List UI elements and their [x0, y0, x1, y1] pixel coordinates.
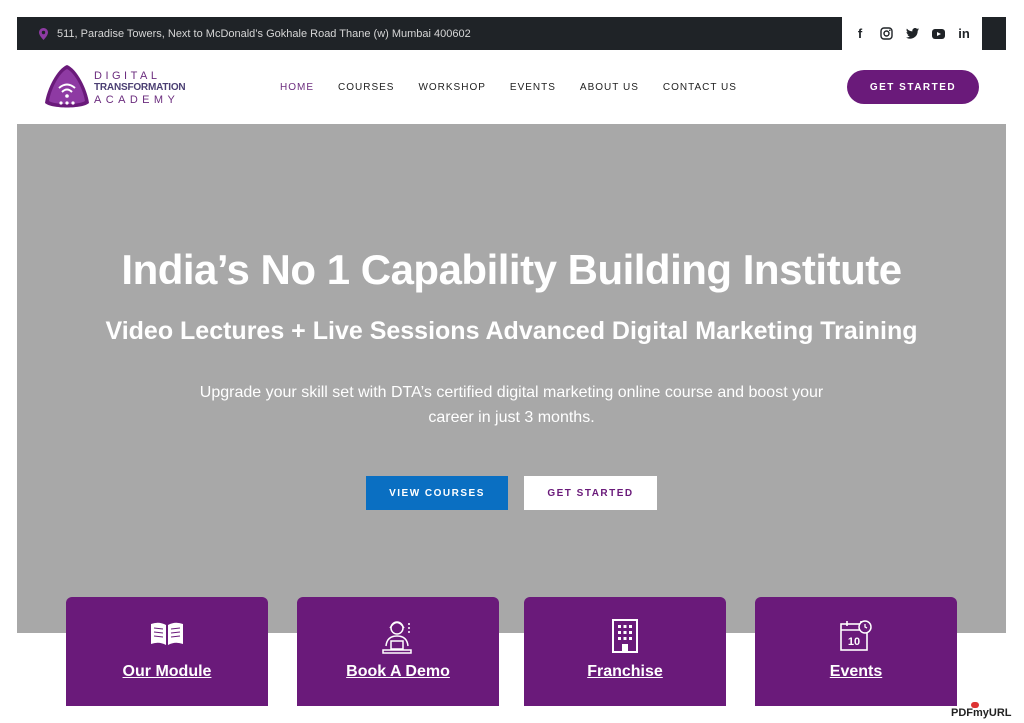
- linkedin-icon[interactable]: in: [956, 26, 972, 42]
- calendar-day-text: 10: [848, 636, 860, 648]
- logo-line-2: TRANSFORMATION: [94, 82, 186, 93]
- card-label[interactable]: Book A Demo: [297, 663, 499, 681]
- site-header: DIGITAL TRANSFORMATION ACADEMY HOME COUR…: [17, 50, 1006, 124]
- nav-contact-us[interactable]: CONTACT US: [663, 82, 737, 93]
- twitter-icon[interactable]: [904, 26, 920, 42]
- get-started-button[interactable]: GET STARTED: [847, 70, 979, 104]
- nav-courses[interactable]: COURSES: [338, 82, 394, 93]
- nav-home[interactable]: HOME: [280, 82, 314, 93]
- top-bar: 511, Paradise Towers, Next to McDonald’s…: [17, 17, 1006, 50]
- hero-get-started-button[interactable]: GET STARTED: [524, 476, 657, 510]
- card-label[interactable]: Franchise: [524, 663, 726, 681]
- hero-section: India’s No 1 Capability Building Institu…: [17, 124, 1006, 633]
- presenter-icon: [382, 621, 412, 654]
- site-logo[interactable]: DIGITAL TRANSFORMATION ACADEMY: [43, 63, 193, 111]
- card-franchise[interactable]: Franchise: [524, 597, 726, 706]
- main-nav: HOME COURSES WORKSHOP EVENTS ABOUT US CO…: [280, 50, 761, 124]
- pdfmyurl-watermark: PDFmyURL: [951, 702, 1012, 719]
- book-icon: [151, 622, 183, 645]
- address-text: 511, Paradise Towers, Next to McDonald’s…: [57, 27, 471, 40]
- hero-title: India’s No 1 Capability Building Institu…: [121, 246, 902, 293]
- watermark-logo-icon: [971, 702, 979, 708]
- nav-workshop[interactable]: WORKSHOP: [418, 82, 485, 93]
- card-book-a-demo[interactable]: Book A Demo: [297, 597, 499, 706]
- nav-events[interactable]: EVENTS: [510, 82, 556, 93]
- address: 511, Paradise Towers, Next to McDonald’s…: [39, 17, 471, 50]
- card-label[interactable]: Events: [755, 663, 957, 681]
- facebook-icon[interactable]: f: [852, 26, 868, 42]
- social-links: f in: [842, 17, 982, 50]
- logo-line-1: DIGITAL: [94, 70, 161, 82]
- calendar-icon: 10: [840, 620, 872, 651]
- nav-about-us[interactable]: ABOUT US: [580, 82, 639, 93]
- card-label[interactable]: Our Module: [66, 663, 268, 681]
- watermark-text: PDFmyURL: [951, 707, 1012, 719]
- hero-description: Upgrade your skill set with DTA’s certif…: [199, 384, 824, 426]
- location-pin-icon: [39, 27, 48, 40]
- youtube-icon[interactable]: [930, 26, 946, 42]
- logo-line-3: ACADEMY: [94, 94, 180, 106]
- building-icon: [612, 619, 638, 653]
- view-courses-button[interactable]: VIEW COURSES: [366, 476, 508, 510]
- card-our-module[interactable]: Our Module: [66, 597, 268, 706]
- hero-subtitle: Video Lectures + Live Sessions Advanced …: [105, 317, 918, 345]
- card-events[interactable]: 10 Events: [755, 597, 957, 706]
- academy-logo-icon: [45, 65, 89, 108]
- instagram-icon[interactable]: [878, 26, 894, 42]
